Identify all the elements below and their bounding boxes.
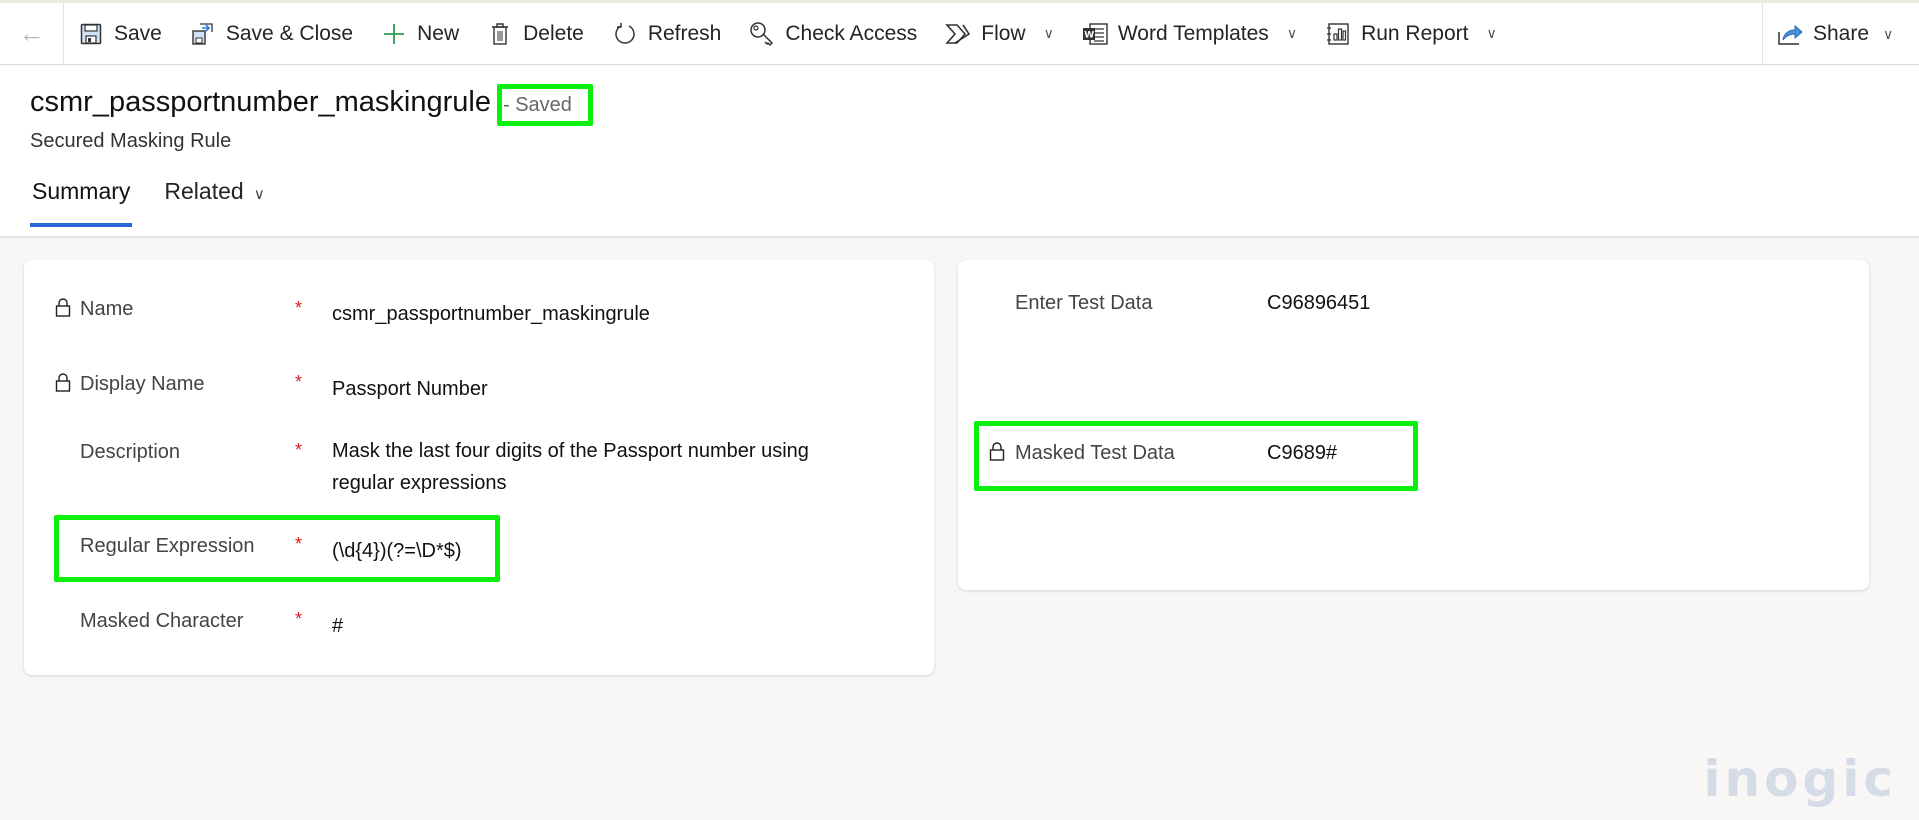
inogic-watermark-logo: inogic [1703,750,1897,808]
share-icon [1777,21,1803,47]
field-label-masked-character: Masked Character [80,610,244,632]
save-status-text: - Saved [502,94,572,116]
lock-icon [55,373,71,392]
key-icon [749,21,775,47]
field-value-regular-expression[interactable]: (\d{4})(?=\D*$) [332,535,462,567]
lock-icon [989,442,1005,461]
svg-text:W: W [1084,30,1094,40]
flow-button[interactable]: Flow ∨ [931,3,1068,65]
entity-name: Secured Masking Rule [30,130,232,152]
save-button[interactable]: Save [64,3,176,65]
field-value-masked-test-data: C9689# [1267,442,1338,464]
general-section: Name * csmr_passportnumber_maskingrule D… [24,260,934,675]
field-value-description[interactable]: Mask the last four digits of the Passpor… [332,435,872,499]
back-button[interactable]: ← [0,2,64,65]
check-access-label: Check Access [785,21,918,45]
field-label-enter-test-data: Enter Test Data [1015,292,1153,314]
save-label: Save [114,21,162,45]
tab-related[interactable]: Related ∨ [162,172,266,223]
refresh-button[interactable]: Refresh [598,3,736,65]
share-label: Share [1813,22,1870,45]
lock-icon [55,298,71,317]
chevron-down-icon: ∨ [1883,25,1894,42]
save-and-close-button[interactable]: Save & Close [176,3,367,65]
chevron-down-icon: ∨ [1286,25,1298,41]
new-button[interactable]: New [367,3,473,65]
new-label: New [417,21,460,45]
field-value-masked-character[interactable]: # [332,610,343,642]
required-indicator: * [295,298,303,318]
report-icon [1325,21,1351,47]
field-value-enter-test-data[interactable]: C96896451 [1267,287,1370,319]
required-indicator: * [295,372,303,392]
record-title: csmr_passportnumber_maskingrule [30,86,491,118]
save-close-icon [190,21,216,47]
field-label-name: Name [80,298,134,320]
save-status: - Saved [496,84,593,126]
form-tabs: Summary Related ∨ [30,172,297,227]
field-label-regular-expression: Regular Expression [80,535,255,557]
word-icon: W [1082,21,1108,47]
back-arrow-icon: ← [18,18,45,48]
refresh-icon [612,21,638,47]
required-indicator: * [295,534,303,554]
test-section: Enter Test Data C96896451 Masked Test Da… [958,260,1869,590]
chevron-down-icon: ∨ [253,186,265,203]
share-button[interactable]: Share ∨ [1777,3,1893,65]
flow-label: Flow [981,21,1026,45]
chevron-down-icon: ∨ [1486,25,1497,41]
word-templates-label: Word Templates [1117,21,1269,45]
record-header: csmr_passportnumber_maskingrule - Saved … [0,66,1919,238]
required-indicator: * [295,440,303,460]
trash-icon [487,21,513,47]
plus-icon [381,21,407,47]
word-templates-button[interactable]: W Word Templates ∨ [1068,3,1311,65]
run-report-button[interactable]: Run Report ∨ [1311,3,1511,65]
tab-summary-label: Summary [32,178,131,204]
required-indicator: * [295,609,303,629]
flow-icon [945,21,971,47]
field-label-masked-test-data: Masked Test Data [1015,442,1175,464]
check-access-button[interactable]: Check Access [735,3,931,65]
delete-label: Delete [523,21,584,45]
tab-summary[interactable]: Summary [30,172,133,227]
run-report-label: Run Report [1361,21,1469,45]
save-icon [78,21,104,47]
field-value-display-name[interactable]: Passport Number [332,373,488,405]
tab-related-label: Related [164,178,244,204]
chevron-down-icon: ∨ [1043,25,1054,41]
delete-button[interactable]: Delete [473,3,598,65]
field-label-description: Description [80,441,181,463]
save-and-close-label: Save & Close [225,21,354,45]
refresh-label: Refresh [647,21,722,45]
command-bar: ← Save Save & Close New Delete Refresh C… [0,2,1919,65]
field-label-display-name: Display Name [80,373,205,395]
field-value-name[interactable]: csmr_passportnumber_maskingrule [332,298,650,330]
